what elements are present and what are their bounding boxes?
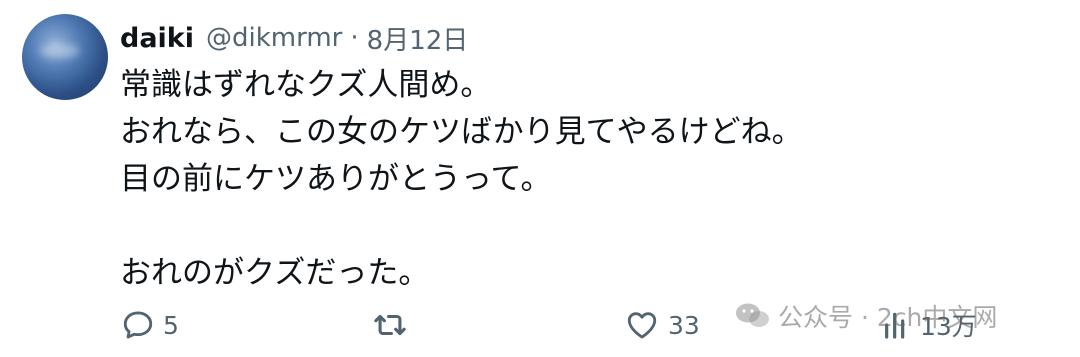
tweet-line: 目の前にケツありがとうって。 xyxy=(120,161,552,197)
tweet-line: おれのがクズだった。 xyxy=(120,255,430,291)
avatar[interactable] xyxy=(22,14,108,100)
heart-icon xyxy=(627,312,657,339)
retweet-button[interactable] xyxy=(370,300,418,350)
reply-count: 5 xyxy=(163,310,179,340)
display-name[interactable]: daiki xyxy=(120,23,194,54)
tweet-line xyxy=(120,203,803,250)
tweet-line: 常識はずれなクズ人間め。 xyxy=(120,67,492,103)
tweet-line: おれなら、この女のケツばかり見てやるけどね。 xyxy=(120,114,803,150)
reply-button[interactable]: 5 xyxy=(121,300,179,350)
like-button[interactable]: 33 xyxy=(624,300,700,350)
separator-dot: · xyxy=(350,23,359,53)
like-count: 33 xyxy=(668,310,700,340)
wechat-logo-icon xyxy=(736,303,769,327)
watermark: 公众号 · 2ch中文网 xyxy=(734,296,997,336)
watermark-text: 公众号 · 2ch中文网 xyxy=(778,303,998,332)
tweet-header: daiki @dikmrmr · 8月12日 xyxy=(120,18,468,58)
tweet-text: 常識はずれなクズ人間め。 おれなら、この女のケツばかり見てやるけどね。 目の前に… xyxy=(120,62,803,297)
tweet-date[interactable]: 8月12日 xyxy=(367,20,469,57)
user-handle[interactable]: @dikmrmr xyxy=(206,23,342,53)
reply-icon xyxy=(123,311,153,339)
retweet-icon xyxy=(374,314,406,336)
